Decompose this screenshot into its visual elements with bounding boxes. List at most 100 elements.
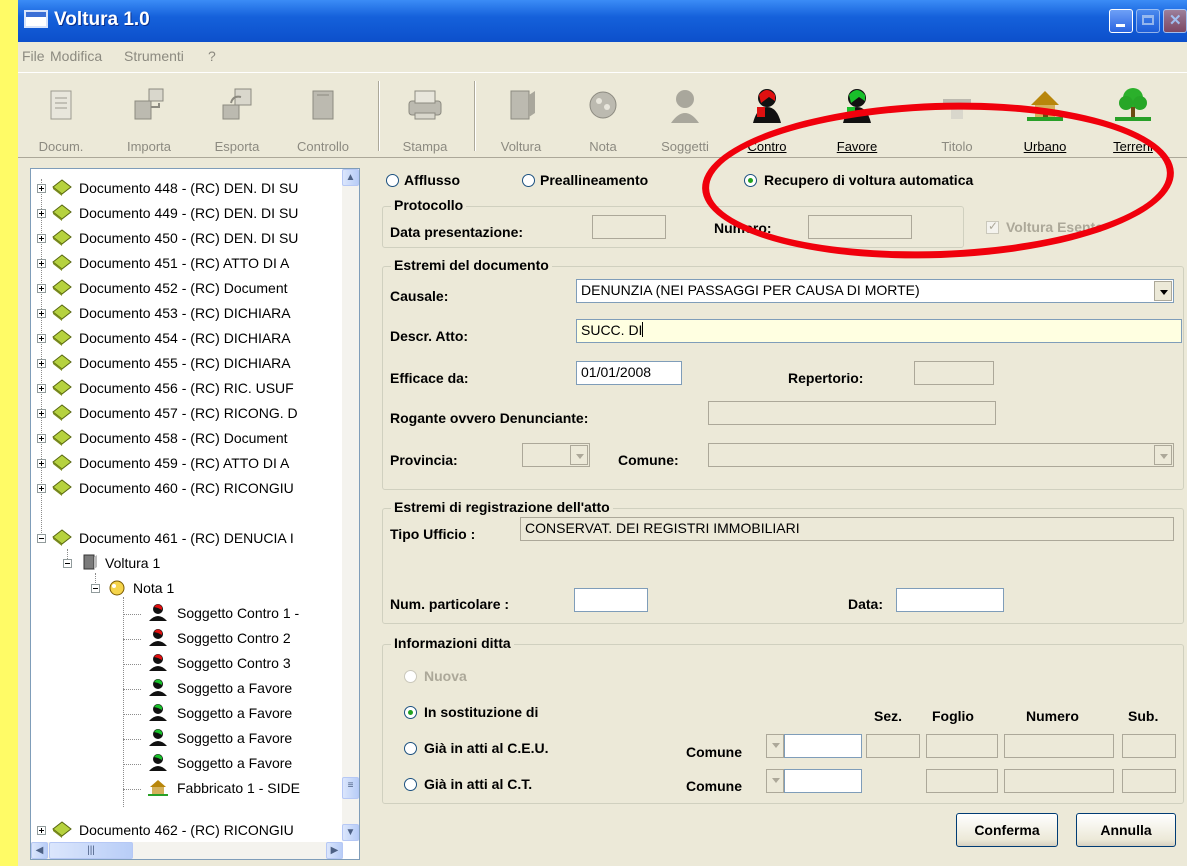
expand-icon[interactable] (37, 284, 46, 293)
scroll-left-button[interactable]: ◀ (31, 842, 48, 859)
toolbar-label: Titolo (941, 139, 973, 154)
toolbar-label: Urbano (1023, 139, 1067, 154)
chevron-down-icon (570, 445, 588, 465)
expand-icon[interactable] (37, 459, 46, 468)
data-label: Data: (848, 596, 884, 612)
annulla-button[interactable]: Annulla (1076, 813, 1176, 847)
group-title: Estremi di registrazione dell'atto (391, 499, 613, 515)
import-icon (134, 88, 164, 120)
data-field[interactable] (896, 588, 1004, 612)
expand-icon[interactable] (37, 184, 46, 193)
note-icon (589, 91, 617, 119)
subjects-icon (671, 90, 699, 123)
voltura-esente-checkbox[interactable] (986, 219, 999, 234)
toolbar-terreni-button[interactable]: Terreni (1098, 77, 1168, 155)
expand-icon[interactable] (37, 409, 46, 418)
foglio-ct-field (926, 769, 998, 793)
scroll-thumb[interactable]: ≡ (342, 777, 359, 799)
tree-vertical-scrollbar[interactable]: ▲ ≡ ▼ (342, 169, 359, 841)
toolbar-stampa-button[interactable]: Stampa (390, 77, 460, 155)
toolbar-importa-button[interactable]: Importa (114, 77, 184, 155)
collapse-icon[interactable] (37, 534, 46, 543)
toolbar-label: Voltura (500, 139, 542, 154)
toolbar-label: Favore (836, 139, 878, 154)
expand-icon[interactable] (37, 259, 46, 268)
chevron-down-icon (766, 734, 784, 758)
tree-branch-line (123, 639, 141, 640)
toolbar-controllo-button[interactable]: Controllo (288, 77, 358, 155)
voltura-esente-label: Voltura Esente (1006, 219, 1103, 235)
radio-preallineamento[interactable] (522, 174, 535, 187)
radio-ct-label: Già in atti al C.T. (424, 776, 533, 792)
radio-recupero[interactable] (744, 174, 757, 187)
menu-help[interactable]: ? (208, 48, 216, 64)
menu-modifica[interactable]: Modifica (50, 48, 102, 64)
toolbar-label: Stampa (402, 139, 448, 154)
close-button[interactable] (1163, 9, 1187, 33)
expand-icon[interactable] (37, 434, 46, 443)
scroll-up-button[interactable]: ▲ (342, 169, 359, 186)
scroll-right-button[interactable]: ▶ (326, 842, 343, 859)
expand-icon[interactable] (37, 384, 46, 393)
expand-icon[interactable] (37, 234, 46, 243)
chevron-down-icon[interactable] (1154, 281, 1172, 301)
toolbar-docum-button[interactable]: Docum. (26, 77, 96, 155)
book-icon (52, 404, 72, 421)
minimize-button[interactable] (1109, 9, 1133, 33)
tree-horizontal-scrollbar[interactable]: ◀ ||| ▶ (31, 842, 343, 859)
tipo-ufficio-value: CONSERVAT. DEI REGISTRI IMMOBILIARI (525, 520, 800, 536)
toolbar-favore-button[interactable]: Favore (822, 77, 892, 155)
descr-atto-field[interactable]: SUCC. DI (576, 319, 1182, 343)
expand-icon[interactable] (37, 359, 46, 368)
repertorio-field (914, 361, 994, 385)
toolbar-esporta-button[interactable]: Esporta (202, 77, 272, 155)
expand-icon[interactable] (37, 209, 46, 218)
group-title: Estremi del documento (391, 257, 552, 273)
toolbar-nota-button[interactable]: Nota (568, 77, 638, 155)
expand-icon[interactable] (37, 334, 46, 343)
radio-ceu-label: Già in atti al C.E.U. (424, 740, 549, 756)
maximize-button[interactable] (1136, 9, 1160, 33)
toolbar-voltura-button[interactable]: Voltura (486, 77, 556, 155)
toolbar-separator (474, 81, 476, 151)
printer-icon (408, 90, 442, 120)
menu-file[interactable]: File (22, 48, 45, 64)
document-tree[interactable]: Documento 448 - (RC) DEN. DI SU Document… (30, 168, 360, 860)
conferma-button[interactable]: Conferma (956, 813, 1058, 847)
building-icon (148, 780, 168, 796)
comune-ct-label: Comune (686, 778, 742, 794)
num-particolare-label: Num. particolare : (390, 596, 510, 612)
book-icon (52, 821, 72, 838)
causale-label: Causale: (390, 288, 449, 304)
scroll-thumb-horizontal[interactable]: ||| (49, 842, 133, 859)
radio-sostituzione[interactable] (404, 706, 417, 719)
collapse-icon[interactable] (63, 559, 72, 568)
comune-label: Comune: (618, 452, 679, 468)
comune-ceu-label: Comune (686, 744, 742, 760)
efficace-da-field[interactable]: 01/01/2008 (576, 361, 682, 385)
menu-strumenti[interactable]: Strumenti (124, 48, 184, 64)
col-sez: Sez. (874, 708, 903, 724)
toolbar-soggetti-button[interactable]: Soggetti (650, 77, 720, 155)
radio-afflusso[interactable] (386, 174, 399, 187)
toolbar-titolo-button[interactable]: Titolo (922, 77, 992, 155)
radio-ct[interactable] (404, 778, 417, 791)
toolbar-urbano-button[interactable]: Urbano (1010, 77, 1080, 155)
causale-dropdown[interactable]: DENUNZIA (NEI PASSAGGI PER CAUSA DI MORT… (576, 279, 1174, 303)
toolbar-label: Soggetti (661, 139, 709, 154)
collapse-icon[interactable] (91, 584, 100, 593)
expand-icon[interactable] (37, 484, 46, 493)
tree-branch-line (123, 714, 141, 715)
scroll-down-button[interactable]: ▼ (342, 824, 359, 841)
expand-icon[interactable] (37, 826, 46, 835)
comune-ceu-field[interactable] (784, 734, 862, 758)
person-green-icon (149, 729, 167, 746)
rogante-label: Rogante ovvero Denunciante: (390, 410, 589, 426)
expand-icon[interactable] (37, 309, 46, 318)
col-foglio: Foglio (932, 708, 974, 724)
radio-ceu[interactable] (404, 742, 417, 755)
num-particolare-field[interactable] (574, 588, 648, 612)
comune-ct-field[interactable] (784, 769, 862, 793)
radio-afflusso-label: Afflusso (404, 172, 460, 188)
toolbar-contro-button[interactable]: Contro (732, 77, 802, 155)
